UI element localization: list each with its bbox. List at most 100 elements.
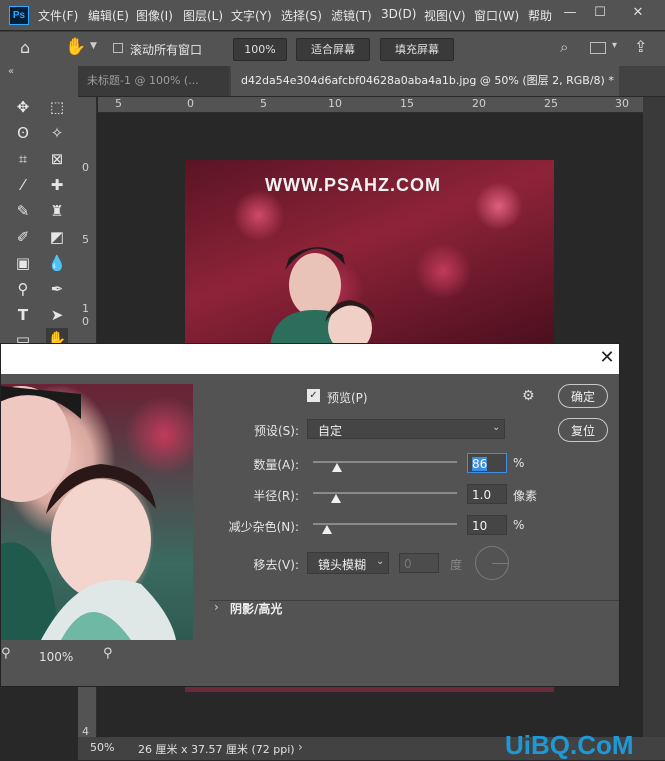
preset-label: 预设(S): xyxy=(253,424,299,438)
reduce-noise-slider-thumb[interactable] xyxy=(322,525,332,534)
options-bar: ⌂ ✋ ▼ 滚动所有窗口 100% 适合屏幕 填充屏幕 ⌕ ▾ ⇪ xyxy=(0,31,665,66)
remove-select[interactable]: 镜头模糊 ⌄ xyxy=(307,552,389,574)
menu-file[interactable]: 文件(F) xyxy=(38,7,78,24)
gradient-tool-icon[interactable]: ▣ xyxy=(12,252,34,274)
type-tool-icon[interactable]: T xyxy=(12,304,34,326)
dialog-close-icon[interactable]: ✕ xyxy=(597,348,617,368)
history-brush-tool-icon[interactable]: ✐ xyxy=(12,226,34,248)
zoom-percent-button[interactable]: 100% xyxy=(233,38,287,61)
menu-3d[interactable]: 3D(D) xyxy=(381,7,416,21)
radius-input[interactable]: 1.0 xyxy=(467,484,507,504)
collapse-panel-icon[interactable]: « xyxy=(8,66,14,77)
ruler-tick: 0 xyxy=(187,97,194,110)
reset-button[interactable]: 复位 xyxy=(558,418,608,442)
menu-filter[interactable]: 滤镜(T) xyxy=(331,7,372,24)
settings-gear-icon[interactable]: ⚙ xyxy=(522,388,535,404)
ruler-tick: 1 xyxy=(82,302,89,315)
reduce-noise-slider[interactable] xyxy=(313,523,457,525)
remove-label: 移去(V): xyxy=(253,558,299,572)
photoshop-logo: Ps xyxy=(9,6,29,25)
tab-untitled[interactable]: 未标题-1 @ 100% (... xyxy=(79,66,229,96)
menu-view[interactable]: 视图(V) xyxy=(424,7,466,24)
angle-unit: 度 xyxy=(450,558,463,572)
ruler-tick: 5 xyxy=(260,97,267,110)
ruler-tick: 5 xyxy=(115,97,122,110)
workspace-chevron-icon[interactable]: ▾ xyxy=(612,40,617,51)
healing-brush-tool-icon[interactable]: ✚ xyxy=(46,174,68,196)
eraser-tool-icon[interactable]: ◩ xyxy=(46,226,68,248)
search-icon[interactable]: ⌕ xyxy=(560,38,568,56)
reduce-noise-unit: % xyxy=(513,518,525,532)
ruler-tick: 15 xyxy=(400,97,414,110)
ruler-tick: 10 xyxy=(328,97,342,110)
chevron-down-icon: ⌄ xyxy=(492,422,501,433)
fill-screen-button[interactable]: 填充屏幕 xyxy=(380,38,454,61)
hand-tool-icon[interactable]: ✋ xyxy=(65,37,86,57)
menu-edit[interactable]: 编辑(E) xyxy=(88,7,129,24)
amount-slider-thumb[interactable] xyxy=(332,463,342,472)
radius-slider-thumb[interactable] xyxy=(331,494,341,503)
site-watermark-logo: UiBQ.CoM xyxy=(505,730,634,760)
tab-active-document[interactable]: d42da54e304d6afcbf04628a0aba4a1b.jpg @ 5… xyxy=(231,66,619,96)
window-close-button[interactable]: ✕ xyxy=(628,5,648,23)
eyedropper-tool-icon[interactable]: ⁄ xyxy=(12,174,34,196)
tools-panel: « ✥ ⬚ ʘ ✧ ⌗ ⊠ ⁄ ✚ ✎ ♜ ✐ ◩ ▣ 💧 ⚲ ✒ T ➤ ▭ … xyxy=(0,66,79,350)
preview-image[interactable] xyxy=(1,384,193,640)
amount-input[interactable]: 86 xyxy=(467,453,507,473)
preview-checkbox[interactable]: ✓ xyxy=(307,389,320,402)
shadows-highlights-section[interactable]: 阴影/高光 xyxy=(230,600,282,617)
status-menu-arrow-icon[interactable]: › xyxy=(298,740,303,754)
pen-tool-icon[interactable]: ✒ xyxy=(46,278,68,300)
angle-dial[interactable] xyxy=(475,546,509,580)
status-zoom[interactable]: 50% xyxy=(90,741,114,754)
minimize-button[interactable]: — xyxy=(560,5,580,23)
menu-image[interactable]: 图像(I) xyxy=(136,7,173,24)
reduce-noise-input[interactable]: 10 xyxy=(467,515,507,535)
magic-wand-tool-icon[interactable]: ✧ xyxy=(46,122,68,144)
dialog-title-bar: ✕ xyxy=(1,344,619,374)
zoom-out-icon[interactable]: ⚲ xyxy=(1,646,11,661)
frame-tool-icon[interactable]: ⊠ xyxy=(46,148,68,170)
amount-value: 86 xyxy=(472,457,488,471)
chevron-right-icon[interactable]: › xyxy=(214,600,219,614)
share-icon[interactable]: ⇪ xyxy=(634,37,647,56)
angle-dial-needle xyxy=(492,563,508,564)
menu-window[interactable]: 窗口(W) xyxy=(474,7,519,24)
blur-tool-icon[interactable]: 💧 xyxy=(46,252,68,274)
scroll-all-checkbox[interactable] xyxy=(113,43,123,53)
brush-tool-icon[interactable]: ✎ xyxy=(12,200,34,222)
vertical-scrollbar[interactable] xyxy=(643,97,665,737)
path-selection-tool-icon[interactable]: ➤ xyxy=(46,304,68,326)
ok-button[interactable]: 确定 xyxy=(558,384,608,408)
ruler-tick: 30 xyxy=(615,97,629,110)
preset-select[interactable]: 自定 ⌄ xyxy=(307,419,505,439)
ruler-tick: 0 xyxy=(82,315,89,328)
menu-select[interactable]: 选择(S) xyxy=(281,7,322,24)
ruler-tick: 5 xyxy=(82,233,89,246)
preview-label: 预览(P) xyxy=(327,391,368,405)
zoom-in-icon[interactable]: ⚲ xyxy=(103,646,113,661)
ruler-tick: 0 xyxy=(82,161,89,174)
angle-input[interactable]: 0 xyxy=(399,553,439,573)
reduce-noise-label: 减少杂色(N): xyxy=(228,520,299,534)
restore-button[interactable]: ☐ xyxy=(590,5,610,23)
clone-stamp-tool-icon[interactable]: ♜ xyxy=(46,200,68,222)
lasso-tool-icon[interactable]: ʘ xyxy=(12,122,34,144)
menu-layer[interactable]: 图层(L) xyxy=(183,7,223,24)
radius-unit: 像素 xyxy=(513,489,538,503)
menu-type[interactable]: 文字(Y) xyxy=(231,7,272,24)
preset-value: 自定 xyxy=(318,424,343,438)
amount-unit: % xyxy=(513,456,525,470)
dodge-tool-icon[interactable]: ⚲ xyxy=(12,278,34,300)
fit-screen-button[interactable]: 适合屏幕 xyxy=(296,38,370,61)
home-icon[interactable]: ⌂ xyxy=(20,38,30,57)
smart-sharpen-dialog: ✕ ⚲ 10 0% ⚲ ✓ 预览(P) ⚙ 确定 复位 预设(S): 自定 ⌄ 数… xyxy=(0,343,620,687)
amount-label: 数量(A): xyxy=(253,458,299,472)
crop-tool-icon[interactable]: ⌗ xyxy=(12,148,34,170)
workspace-icon[interactable] xyxy=(590,42,606,54)
menu-help[interactable]: 帮助 xyxy=(528,7,552,24)
marquee-tool-icon[interactable]: ⬚ xyxy=(46,96,68,118)
chevron-down-icon[interactable]: ▼ xyxy=(90,41,97,51)
move-tool-icon[interactable]: ✥ xyxy=(12,96,34,118)
ruler-tick: 20 xyxy=(472,97,486,110)
